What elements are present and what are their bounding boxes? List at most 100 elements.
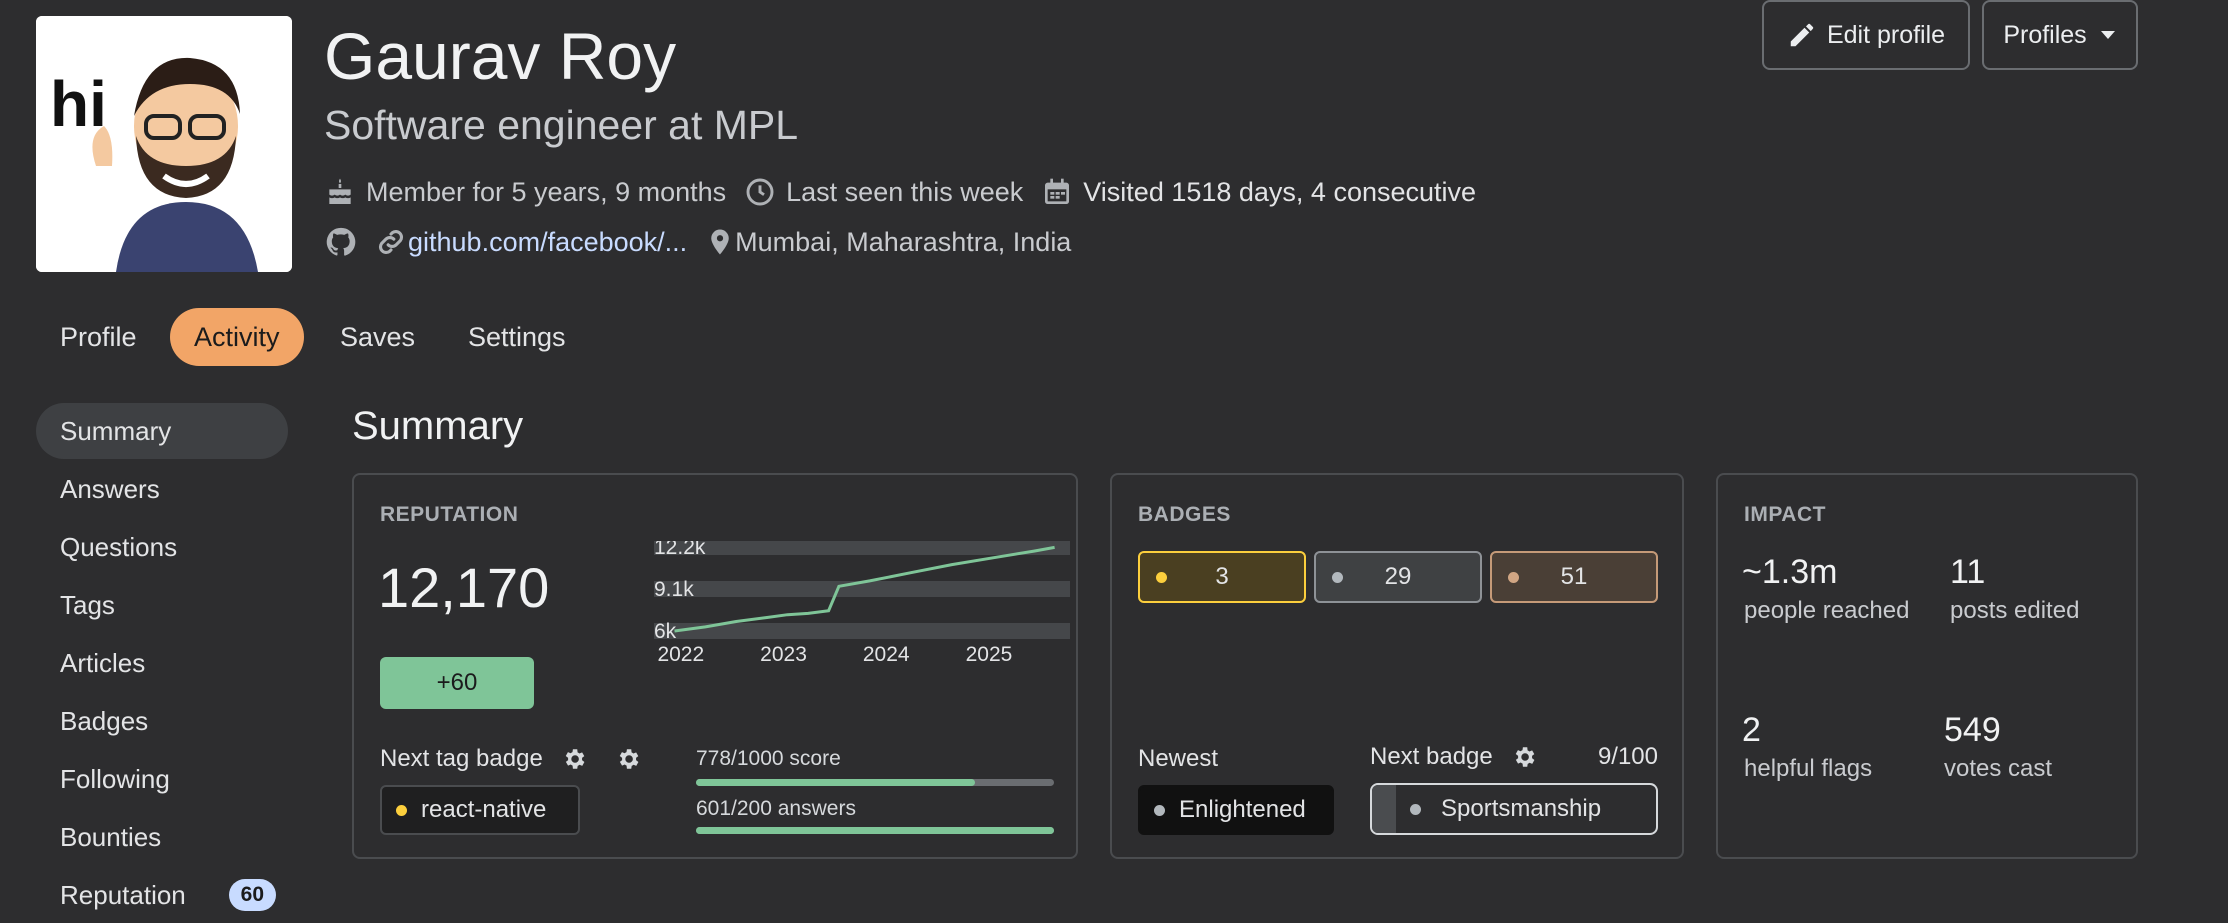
score-progress-track [696, 779, 1054, 786]
silver-count: 29 [1384, 563, 1412, 590]
section-title: Summary [352, 404, 524, 448]
website-link[interactable]: github.com/facebook/... [408, 227, 687, 258]
posts-edited-label: posts edited [1950, 597, 2080, 624]
meta-row: Member for 5 years, 9 months Last seen t… [324, 172, 1476, 212]
bronze-count: 51 [1560, 563, 1588, 590]
reputation-change[interactable]: +60 [380, 657, 534, 709]
sidebar-item-summary[interactable]: Summary [36, 403, 288, 459]
sidebar-item-label: Reputation [60, 879, 186, 910]
gold-dot-icon [1156, 571, 1167, 583]
chart-y-tick-label: 9.1k [654, 578, 694, 601]
newest-badge-name: Enlightened [1179, 796, 1306, 823]
sidebar-item-label: Questions [60, 531, 178, 562]
next-badge-progress: 9/100 [1597, 743, 1658, 770]
svg-text:hi: hi [50, 68, 107, 140]
location-icon [711, 229, 729, 255]
sidebar-item-tags[interactable]: Tags [36, 577, 288, 633]
chart-y-tick-label: 6k [654, 620, 677, 643]
tag-name: react-native [421, 796, 547, 823]
gold-dot-icon [396, 804, 407, 816]
chart-x-tick-label: 2023 [760, 643, 807, 663]
next-tag-badge-row: Next tag badge [380, 745, 641, 773]
next-badge-row: Next badge [1370, 743, 1537, 771]
github-icon[interactable] [324, 225, 358, 259]
user-name: Gaurav Roy [324, 19, 677, 93]
sidebar-item-label: Articles [60, 647, 146, 678]
caret-down-icon [2100, 31, 2115, 39]
impact-title: IMPACT [1744, 503, 1826, 526]
silver-badges[interactable]: 29 [1314, 551, 1482, 603]
gold-count: 3 [1215, 563, 1229, 590]
profiles-dropdown[interactable]: Profiles [1982, 0, 2138, 70]
sidebar-item-label: Tags [60, 589, 115, 620]
reputation-count-badge: 60 [228, 879, 276, 911]
chart-y-tick-label: 12.2k [654, 541, 706, 559]
calendar-icon [1045, 178, 1070, 204]
sidebar-item-badges[interactable]: Badges [36, 693, 288, 749]
next-tag-badge-label: Next tag badge [380, 745, 543, 772]
sidebar-item-label: Summary [60, 415, 172, 446]
tab-profile[interactable]: Profile [36, 308, 161, 366]
people-reached-value: ~1.3m [1742, 553, 1838, 591]
link-icon [378, 229, 404, 255]
newest-label: Newest [1138, 745, 1219, 772]
score-progress-fill [696, 779, 975, 786]
badges-card: BADGES 3 29 51 Newest Enlightened Next b… [1110, 473, 1684, 859]
newest-badge-chip[interactable]: Enlightened [1138, 785, 1334, 835]
pencil-icon [1790, 23, 1814, 47]
badges-title: BADGES [1138, 503, 1231, 526]
posts-edited-value: 11 [1950, 553, 1986, 591]
sidebar-item-questions[interactable]: Questions [36, 519, 288, 575]
impact-card: IMPACT ~1.3m people reached 11 posts edi… [1716, 473, 2138, 859]
tab-saves[interactable]: Saves [316, 308, 439, 366]
chart-grid-band [654, 541, 1070, 555]
next-badge-label: Next badge [1370, 743, 1493, 770]
gear-icon[interactable] [1511, 744, 1537, 770]
gear-icon[interactable] [615, 746, 641, 772]
helpful-flags-value: 2 [1742, 711, 1761, 749]
tab-settings[interactable]: Settings [444, 308, 590, 366]
people-reached-label: people reached [1744, 597, 1910, 624]
gear-icon[interactable] [561, 746, 587, 772]
sidebar-item-label: Answers [60, 473, 160, 504]
chart-x-tick-label: 2022 [657, 643, 704, 663]
sidebar-item-answers[interactable]: Answers [36, 461, 288, 517]
score-progress-text: 778/1000 score [696, 747, 841, 770]
edit-profile-label: Edit profile [1826, 20, 1946, 49]
silver-dot-icon [1154, 804, 1165, 816]
gold-badges[interactable]: 3 [1138, 551, 1306, 603]
sidebar-item-label: Badges [60, 705, 149, 736]
avatar: hi [36, 16, 292, 272]
clock-icon [746, 178, 774, 206]
votes-cast-value: 549 [1944, 711, 2001, 749]
reputation-card: REPUTATION 12,170 +60 12.2k 9.1k 6k 2022 202… [352, 473, 1078, 859]
helpful-flags-label: helpful flags [1744, 755, 1873, 782]
sidebar-item-bounties[interactable]: Bounties [36, 809, 288, 865]
links-row: github.com/facebook/... Mumbai, Maharash… [324, 222, 1071, 262]
chart-x-tick-label: 2024 [863, 643, 910, 663]
tab-activity[interactable]: Activity [170, 308, 304, 366]
last-seen: Last seen this week [786, 176, 1024, 207]
sidebar-item-reputation[interactable]: Reputation 60 [36, 867, 288, 923]
bronze-dot-icon [1508, 571, 1519, 583]
sidebar-item-label: Following [60, 763, 170, 794]
chart-x-tick-label: 2025 [966, 643, 1013, 663]
next-badge-progress-fill [1372, 785, 1396, 833]
edit-profile-button[interactable]: Edit profile [1762, 0, 1970, 70]
sidebar-item-following[interactable]: Following [36, 751, 288, 807]
silver-dot-icon [1410, 803, 1421, 815]
user-tagline: Software engineer at MPL [324, 102, 799, 148]
reputation-chart: 12.2k 9.1k 6k2022 2023 2024 2025 [654, 541, 1070, 663]
profiles-label: Profiles [2003, 20, 2087, 49]
answers-progress-track [696, 827, 1054, 834]
sidebar-item-articles[interactable]: Articles [36, 635, 288, 691]
next-badge-chip[interactable]: Sportsmanship [1370, 783, 1658, 835]
answers-progress-fill [696, 827, 1054, 834]
tag-chip[interactable]: react-native [380, 785, 580, 835]
location: Mumbai, Maharashtra, India [735, 226, 1072, 257]
reputation-title: REPUTATION [380, 503, 519, 526]
votes-cast-label: votes cast [1944, 755, 2053, 782]
next-badge-name: Sportsmanship [1441, 795, 1602, 822]
bronze-badges[interactable]: 51 [1490, 551, 1658, 603]
member-for: Member for 5 years, 9 months [366, 176, 727, 207]
